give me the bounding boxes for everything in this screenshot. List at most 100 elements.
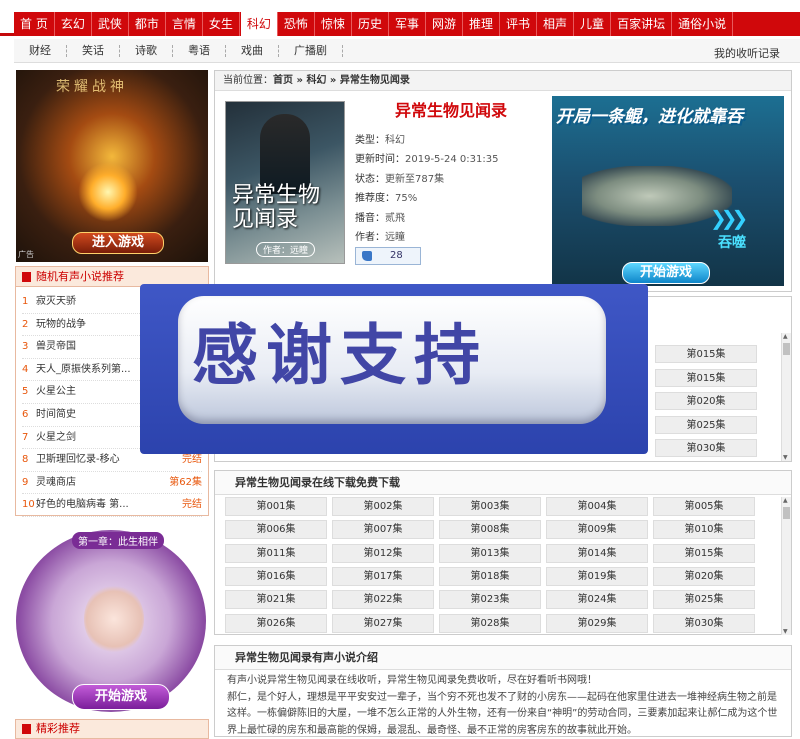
- breadcrumb-category[interactable]: 科幻: [306, 75, 326, 86]
- book-link[interactable]: 卫斯理回忆录-移心: [36, 454, 120, 465]
- breadcrumb-home[interactable]: 首页: [273, 75, 293, 86]
- subnav-item[interactable]: 广播剧: [279, 45, 343, 57]
- subnav-item[interactable]: 笑话: [67, 45, 120, 57]
- episode-button[interactable]: 第024集: [546, 590, 648, 609]
- left-game-ad[interactable]: 荣耀战神 进入游戏 广告: [16, 70, 208, 262]
- nav-item[interactable]: 军事: [389, 12, 426, 36]
- episode-button[interactable]: 第004集: [546, 497, 648, 516]
- book-link[interactable]: 玩物的战争: [36, 319, 86, 330]
- nav-item[interactable]: 通俗小说: [672, 12, 733, 36]
- nav-item[interactable]: 玄幻: [55, 12, 92, 36]
- nav-item[interactable]: 评书: [500, 12, 537, 36]
- nav-item[interactable]: 网游: [426, 12, 463, 36]
- episode-button[interactable]: 第009集: [546, 520, 648, 539]
- nav-item[interactable]: 历史: [352, 12, 389, 36]
- start-game-button[interactable]: 开始游戏: [622, 262, 710, 284]
- breadcrumb-sep: »: [296, 75, 302, 86]
- scroll-down-icon[interactable]: ▼: [783, 628, 788, 635]
- episode-button[interactable]: 第023集: [439, 590, 541, 609]
- episode-button[interactable]: 第015集: [655, 345, 757, 363]
- cover-title: 异常生物见闻录: [232, 184, 340, 232]
- book-link[interactable]: 兽灵帝国: [36, 341, 76, 352]
- episode-button[interactable]: 第006集: [225, 520, 327, 539]
- author-label: 作者：: [355, 232, 385, 243]
- episode-button[interactable]: 第021集: [225, 590, 327, 609]
- book-link[interactable]: 寂灭天骄: [36, 296, 76, 307]
- episode-button[interactable]: 第030集: [655, 439, 757, 457]
- right-game-ad[interactable]: 开局一条鲲，进化就靠吞 ❯❯❯ 吞噬 开始游戏: [552, 96, 784, 286]
- episode-button[interactable]: 第030集: [653, 614, 755, 633]
- start-game-button[interactable]: 开始游戏: [72, 684, 170, 710]
- episode-button[interactable]: 第015集: [655, 369, 757, 387]
- episode-button[interactable]: 第011集: [225, 544, 327, 563]
- download-scrollbar[interactable]: ▲ ▼: [781, 497, 791, 635]
- nav-item[interactable]: 惊悚: [315, 12, 352, 36]
- top-nav: 首 页玄幻武侠都市言情女生科幻恐怖惊悚历史军事网游推理评书相声儿童百家讲坛通俗小…: [0, 0, 800, 36]
- episode-button[interactable]: 第027集: [332, 614, 434, 633]
- scroll-up-icon[interactable]: ▲: [783, 333, 788, 340]
- nav-item[interactable]: 女生: [203, 12, 240, 36]
- episode-button[interactable]: 第028集: [439, 614, 541, 633]
- book-link[interactable]: 时间简史: [36, 409, 76, 420]
- subnav-item[interactable]: 戏曲: [226, 45, 279, 57]
- nav-item[interactable]: 儿童: [574, 12, 611, 36]
- episode-button[interactable]: 第017集: [332, 567, 434, 586]
- episode-button[interactable]: 第010集: [653, 520, 755, 539]
- episode-button[interactable]: 第013集: [439, 544, 541, 563]
- nav-item[interactable]: 相声: [537, 12, 574, 36]
- nav-item[interactable]: 恐怖: [278, 12, 315, 36]
- scroll-up-icon[interactable]: ▲: [783, 497, 788, 504]
- left-game-ad-2[interactable]: 第一章：此生相伴 开始游戏: [14, 524, 210, 718]
- book-link[interactable]: 灵魂商店: [36, 477, 76, 488]
- state-label: 状态：: [355, 174, 385, 185]
- playlist-scrollbar[interactable]: ▲ ▼: [781, 333, 791, 461]
- episode-button[interactable]: 第022集: [332, 590, 434, 609]
- cover-author: 作者：远瞳: [256, 242, 315, 257]
- scroll-thumb[interactable]: [783, 343, 790, 355]
- episode-button[interactable]: 第016集: [225, 567, 327, 586]
- book-cover[interactable]: 异常生物见闻录 作者：远瞳: [225, 101, 345, 264]
- nav-item[interactable]: 都市: [129, 12, 166, 36]
- book-link[interactable]: 火星之剑: [36, 432, 76, 443]
- list-item[interactable]: 9灵魂商店第62集: [22, 472, 202, 495]
- scroll-down-icon[interactable]: ▼: [783, 454, 788, 461]
- episode-button[interactable]: 第025集: [653, 590, 755, 609]
- nav-item[interactable]: 百家讲坛: [611, 12, 672, 36]
- nav-item[interactable]: 武侠: [92, 12, 129, 36]
- subnav-item[interactable]: 诗歌: [120, 45, 173, 57]
- episode-button[interactable]: 第020集: [655, 392, 757, 410]
- nav-item[interactable]: 言情: [166, 12, 203, 36]
- time-value: 2019-5-24 0:31:35: [405, 154, 498, 165]
- episode-button[interactable]: 第019集: [546, 567, 648, 586]
- scroll-thumb[interactable]: [783, 507, 790, 519]
- featured-header: 精彩推荐: [15, 719, 209, 739]
- book-link[interactable]: 火星公主: [36, 386, 76, 397]
- episode-button[interactable]: 第007集: [332, 520, 434, 539]
- episode-button[interactable]: 第015集: [653, 544, 755, 563]
- subnav-item[interactable]: 财经: [14, 45, 67, 57]
- episode-button[interactable]: 第026集: [225, 614, 327, 633]
- listen-history-link[interactable]: 我的收听记录: [714, 45, 780, 61]
- book-link[interactable]: 好色的电脑病毒 第...: [36, 499, 129, 510]
- episode-button[interactable]: 第020集: [653, 567, 755, 586]
- ad-title: 荣耀战神: [56, 76, 128, 96]
- subnav-item[interactable]: 粤语: [173, 45, 226, 57]
- nav-item[interactable]: 推理: [463, 12, 500, 36]
- episode-button[interactable]: 第025集: [655, 416, 757, 434]
- enter-game-button[interactable]: 进入游戏: [72, 232, 164, 254]
- episode-button[interactable]: 第018集: [439, 567, 541, 586]
- episode-button[interactable]: 第012集: [332, 544, 434, 563]
- episode-button[interactable]: 第005集: [653, 497, 755, 516]
- breadcrumb-book[interactable]: 异常生物见闻录: [340, 75, 410, 86]
- episode-button[interactable]: 第008集: [439, 520, 541, 539]
- nav-item[interactable]: 首 页: [14, 12, 55, 36]
- nav-item[interactable]: 科幻: [240, 12, 278, 36]
- book-link[interactable]: 天人_原振侠系列第...: [36, 364, 131, 375]
- episode-button[interactable]: 第014集: [546, 544, 648, 563]
- list-item[interactable]: 10好色的电脑病毒 第...完结: [22, 494, 202, 517]
- like-button[interactable]: 28: [355, 247, 421, 265]
- episode-button[interactable]: 第029集: [546, 614, 648, 633]
- episode-button[interactable]: 第002集: [332, 497, 434, 516]
- episode-button[interactable]: 第001集: [225, 497, 327, 516]
- episode-button[interactable]: 第003集: [439, 497, 541, 516]
